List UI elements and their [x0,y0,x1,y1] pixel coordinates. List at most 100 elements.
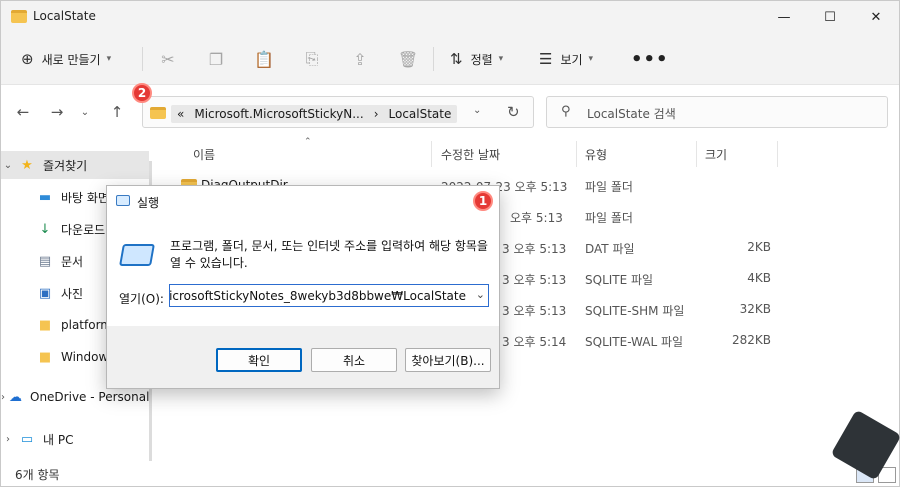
sidebar-item-label: 문서 [61,254,84,269]
file-size: 282KB [731,333,771,347]
chevron-down-icon[interactable]: ⌄ [1,160,15,171]
ok-button[interactable]: 확인 [216,348,302,372]
breadcrumb-item[interactable]: LocalState [389,105,452,123]
new-button[interactable]: ⊕ 새로 만들기 ▾ [21,45,111,73]
column-header-name[interactable]: 이름 [193,146,215,163]
rename-icon[interactable]: ⎘ [299,46,325,72]
window-title: LocalState [33,9,96,23]
sidebar-item-label: OneDrive - Personal [30,390,149,404]
share-icon[interactable]: ⇪ [347,46,373,72]
step-badge-2: 2 [132,83,152,103]
file-size: 2KB [747,240,771,254]
column-divider[interactable] [696,141,697,167]
folder-icon: ■ [38,349,52,365]
minimize-button[interactable]: — [761,1,807,33]
toolbar-divider [142,47,143,71]
open-input[interactable]: soft.MicrosoftStickyNotes_8wekyb3d8bbwe₩… [169,284,489,307]
copy-icon[interactable]: ❐ [203,46,229,72]
chevron-down-icon: ▾ [498,54,504,64]
sidebar-item-label: 바탕 화면 [61,190,109,205]
delete-icon[interactable]: 🗑 [395,46,421,72]
sidebar-item-favorites[interactable]: ⌄ ★ 즐겨찾기 [1,151,149,179]
column-divider[interactable] [777,141,778,167]
breadcrumb: « Microsoft.MicrosoftStickyN... › LocalS… [171,105,458,123]
column-header-type[interactable]: 유형 [585,146,607,163]
refresh-icon[interactable]: ↻ [507,103,520,121]
file-type: 파일 폴더 [585,180,633,194]
step-badge-1: 1 [473,191,493,211]
chevron-down-icon: ▾ [106,54,112,64]
run-dialog: 실행 프로그램, 폴더, 문서, 또는 인터넷 주소를 입력하여 해당 항목을 … [106,185,500,389]
sidebar-item-label: 사진 [61,286,84,301]
column-header-size[interactable]: 크기 [705,146,727,163]
command-bar: ⊕ 새로 만들기 ▾ ✂ ❐ 📋 ⎘ ⇪ 🗑 ⇅ 정렬 ▾ ☰ 보기 ▾ ••• [1,33,899,85]
column-divider[interactable] [576,141,577,167]
title-bar: LocalState — ☐ ✕ [1,1,899,33]
sidebar-item-label: 다운로드 [61,222,106,237]
file-date: 3 오후 5:14 [502,335,567,349]
close-button[interactable]: ✕ [853,1,899,33]
picture-icon: ▣ [38,285,52,301]
cancel-button[interactable]: 취소 [311,348,397,372]
forward-arrow-icon[interactable]: → [47,102,67,122]
cloud-icon: ☁ [9,389,22,405]
sidebar-item-label: 즐겨찾기 [43,158,88,173]
file-explorer-window: LocalState — ☐ ✕ ⊕ 새로 만들기 ▾ ✂ ❐ 📋 ⎘ ⇪ 🗑 … [0,0,900,487]
plus-circle-icon: ⊕ [21,50,34,68]
open-input-value: soft.MicrosoftStickyNotes_8wekyb3d8bbwe₩… [169,289,466,303]
item-count: 6개 항목 [15,468,60,482]
file-type: DAT 파일 [585,242,635,256]
open-label: 열기(O): [119,292,164,306]
chevron-right-icon[interactable]: › [1,392,5,403]
sort-label: 정렬 [470,52,493,67]
paste-icon[interactable]: 📋 [251,46,277,72]
search-placeholder: LocalState 검색 [587,107,676,121]
column-divider[interactable] [431,141,432,167]
sidebar-item-this-pc[interactable]: › ▭ 내 PC [1,425,149,453]
file-date: 오후 5:13 [510,211,563,225]
new-label: 새로 만들기 [41,52,101,67]
sort-icon: ⇅ [450,50,463,68]
breadcrumb-overflow[interactable]: « [177,105,184,123]
file-size: 4KB [747,271,771,285]
view-button[interactable]: ☰ 보기 ▾ [539,45,593,73]
file-date: 3 오후 5:13 [502,273,567,287]
dialog-description: 프로그램, 폴더, 문서, 또는 인터넷 주소를 입력하여 해당 항목을 열 수… [170,239,488,270]
file-type: SQLITE-SHM 파일 [585,304,685,318]
chevron-right-icon[interactable]: › [1,434,15,445]
desktop-icon: ▬ [38,189,52,205]
more-options-button[interactable]: ••• [631,45,669,73]
document-icon: ▤ [38,253,52,269]
star-icon: ★ [21,157,33,173]
file-size: 32KB [739,302,771,316]
toolbar-divider [433,47,434,71]
download-icon: ↓ [39,221,51,237]
pc-icon: ▭ [20,431,34,447]
browse-button[interactable]: 찾아보기(B)... [405,348,491,372]
chevron-down-icon[interactable]: ⌄ [473,105,481,116]
folder-icon [11,10,27,23]
sort-button[interactable]: ⇅ 정렬 ▾ [450,45,503,73]
recent-chevron-icon[interactable]: ⌄ [75,102,95,122]
cut-icon[interactable]: ✂ [155,46,181,72]
run-icon [116,195,130,206]
maximize-button[interactable]: ☐ [807,1,853,33]
breadcrumb-item[interactable]: Microsoft.MicrosoftStickyN... [194,105,363,123]
file-date: 3 오후 5:13 [502,304,567,318]
up-arrow-icon[interactable]: ↑ [107,102,127,122]
breadcrumb-separator: › [373,107,379,121]
folder-icon: ■ [38,317,52,333]
view-label: 보기 [560,52,583,67]
column-header-date[interactable]: 수정한 날짜 [441,146,500,163]
dialog-title-bar: 실행 [107,186,499,216]
file-type: SQLITE-WAL 파일 [585,335,684,349]
search-input[interactable]: ⚲ LocalState 검색 [546,96,888,128]
address-bar[interactable]: « Microsoft.MicrosoftStickyN... › LocalS… [142,96,534,128]
folder-icon [150,107,166,119]
file-type: SQLITE 파일 [585,273,654,287]
chevron-down-icon: ▾ [588,54,594,64]
sidebar-item-label: platform [61,318,112,332]
sort-ascending-icon: ⌃ [304,137,312,147]
chevron-down-icon[interactable]: ⌄ [476,288,485,301]
back-arrow-icon[interactable]: ← [13,102,33,122]
